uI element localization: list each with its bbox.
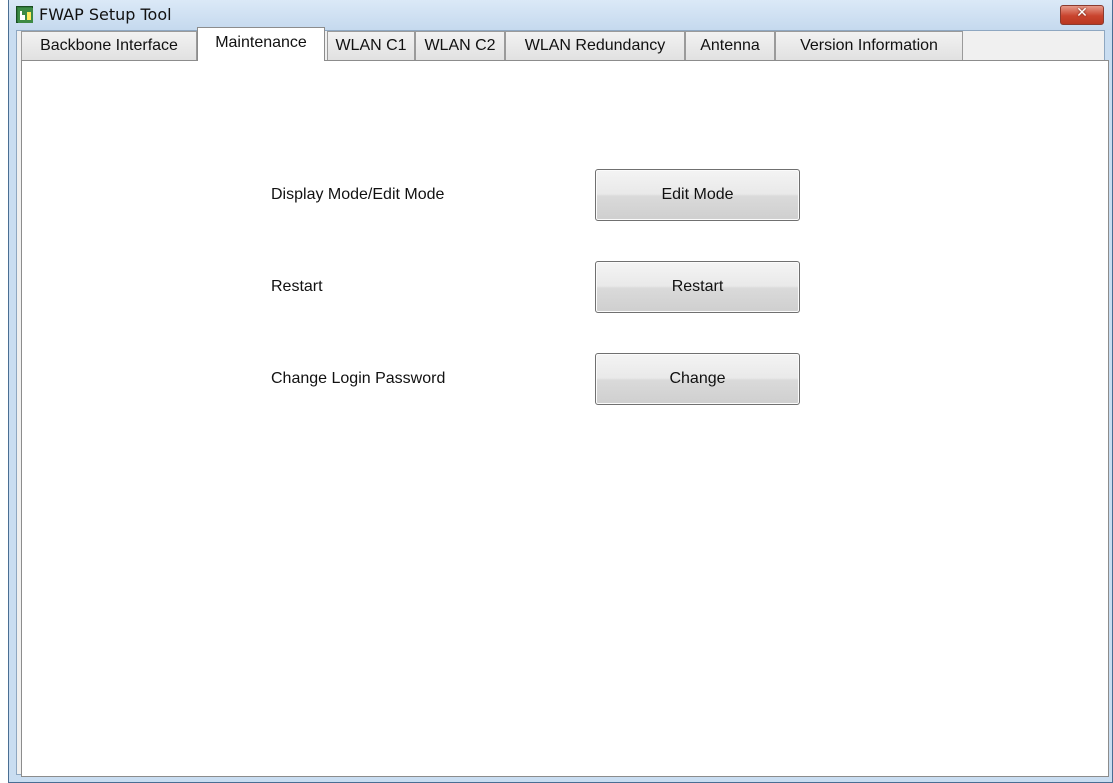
tab-label: Version Information — [800, 37, 938, 54]
tab-wlan-c1[interactable]: WLAN C1 — [327, 31, 415, 60]
tab-label: Antenna — [700, 37, 760, 54]
restart-label: Restart — [271, 278, 323, 295]
close-icon: ✕ — [1076, 5, 1088, 21]
tab-label: WLAN C2 — [424, 37, 496, 54]
app-icon — [16, 6, 33, 23]
tab-label: Backbone Interface — [40, 37, 178, 54]
tab-label: WLAN C1 — [335, 37, 407, 54]
restart-button[interactable]: Restart — [595, 261, 800, 313]
tab-backbone-interface[interactable]: Backbone Interface — [21, 31, 197, 60]
tab-wlan-redundancy[interactable]: WLAN Redundancy — [505, 31, 685, 60]
tab-version-information[interactable]: Version Information — [775, 31, 963, 60]
tab-maintenance[interactable]: Maintenance — [197, 27, 325, 61]
change-password-label: Change Login Password — [271, 370, 446, 387]
close-button[interactable]: ✕ — [1060, 5, 1104, 25]
change-password-button[interactable]: Change — [595, 353, 800, 405]
app-window: FWAP Setup Tool ✕ Backbone Interface Mai… — [8, 0, 1113, 783]
title-bar[interactable]: FWAP Setup Tool ✕ — [9, 0, 1112, 30]
tab-wlan-c2[interactable]: WLAN C2 — [415, 31, 505, 60]
tab-label: Maintenance — [215, 34, 307, 51]
display-mode-label: Display Mode/Edit Mode — [271, 186, 445, 203]
maintenance-panel: Display Mode/Edit Mode Edit Mode Restart… — [21, 60, 1109, 777]
edit-mode-button[interactable]: Edit Mode — [595, 169, 800, 221]
window-title: FWAP Setup Tool — [39, 5, 172, 24]
tab-antenna[interactable]: Antenna — [685, 31, 775, 60]
tab-label: WLAN Redundancy — [524, 37, 666, 54]
